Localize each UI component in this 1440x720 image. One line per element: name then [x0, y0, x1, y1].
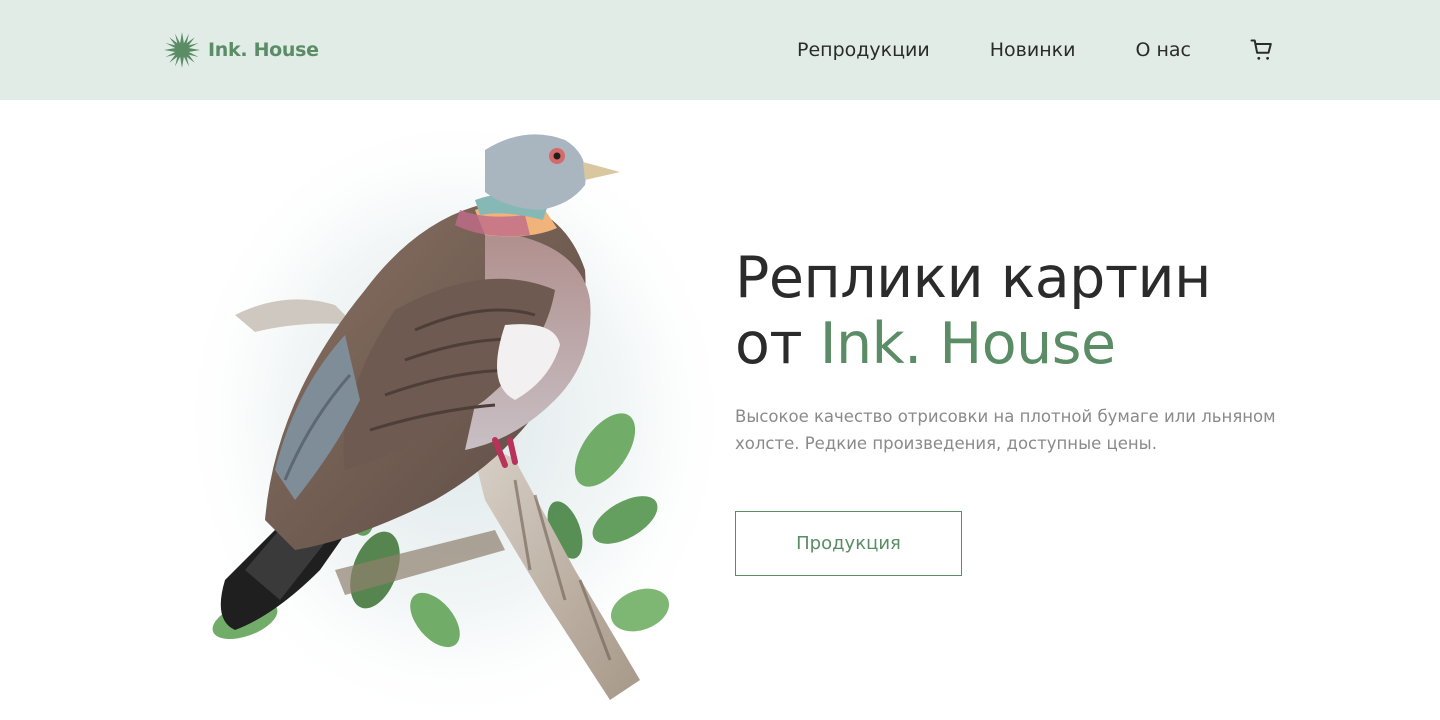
site-header: Ink. House Репродукции Новинки О нас: [0, 0, 1440, 100]
main-nav: Репродукции Новинки О нас: [797, 30, 1275, 70]
cart-icon: [1250, 39, 1272, 60]
nav-item-reproductions[interactable]: Репродукции: [797, 39, 930, 61]
hero-text: Реплики картин от Ink. House Высокое кач…: [735, 245, 1295, 457]
hero-description: Высокое качество отрисовки на плотной бу…: [735, 407, 1276, 453]
logo[interactable]: Ink. House: [164, 32, 319, 68]
nav-item-about[interactable]: О нас: [1135, 39, 1191, 61]
hero-title-brand: Ink. House: [819, 311, 1116, 377]
logo-text: Ink. House: [208, 39, 319, 61]
products-button[interactable]: Продукция: [735, 511, 962, 576]
star-burst-icon: [164, 32, 200, 68]
hero-title-prefix: от: [735, 311, 820, 377]
hero-title-line1: Реплики картин: [735, 245, 1211, 311]
nav-item-new[interactable]: Новинки: [990, 39, 1076, 61]
cart-button[interactable]: [1249, 37, 1275, 63]
hero-pigeon-illustration: [185, 100, 725, 720]
hero-title: Реплики картин от Ink. House: [735, 245, 1295, 377]
